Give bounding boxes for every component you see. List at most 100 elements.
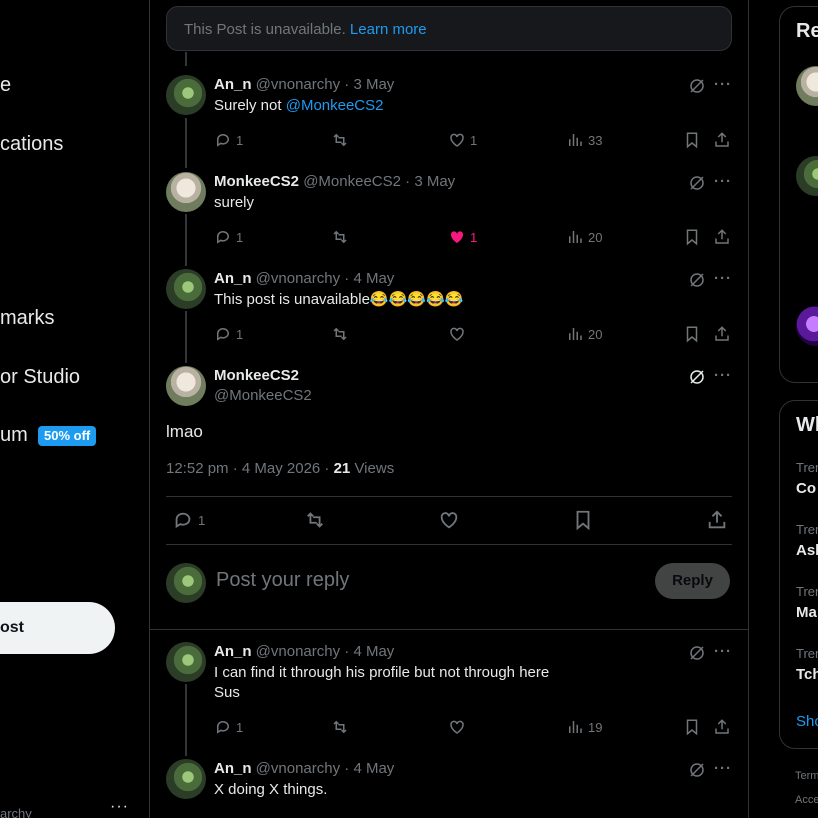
account-more-icon[interactable]: ··· [110,798,129,816]
author-name[interactable]: MonkeeCS2 [214,173,299,190]
author-handle[interactable]: @MonkeeCS2 [303,173,401,190]
reply-count: 1 [236,229,244,245]
nav-item-creator-studio[interactable]: or Studio [0,366,80,389]
repost-action[interactable] [331,324,349,344]
bookmark-action[interactable] [683,227,701,247]
views-count: 33 [588,132,603,148]
nav-item-bookmarks[interactable]: marks [0,307,54,330]
reply-action[interactable]: 1 [214,324,243,344]
avatar[interactable] [166,366,206,406]
avatar[interactable] [166,75,206,115]
more-options-icon[interactable]: ··· [714,367,732,384]
author-handle[interactable]: @vnonarchy [256,76,340,93]
author-name-block: MonkeeCS2 [214,367,299,384]
nav-item-premium[interactable]: um [0,424,28,447]
avatar[interactable] [166,759,206,799]
reply-button[interactable]: Reply [655,563,730,599]
grok-icon[interactable] [688,644,706,662]
post-button[interactable]: ost [0,602,115,654]
bookmark-action[interactable] [683,717,701,737]
avatar[interactable] [166,172,206,212]
heart-icon [440,512,458,529]
views-icon [569,231,582,243]
author-name[interactable]: An_n [214,643,252,660]
divider [150,629,748,630]
heart-icon [450,720,464,734]
share-action[interactable] [713,227,731,247]
like-action[interactable] [448,324,466,344]
like-action[interactable]: 1 [448,130,477,150]
repost-action[interactable] [331,717,349,737]
reply-input[interactable]: Post your reply [216,569,349,592]
views-action[interactable]: 19 [566,717,602,737]
thread-line [185,311,187,363]
trend-label: Trer [796,460,818,475]
author-handle[interactable]: @MonkeeCS2 [214,387,312,404]
tweet-date[interactable]: · 3 May [405,173,455,190]
more-options-icon[interactable]: ··· [714,643,732,660]
composer-avatar [166,563,206,603]
show-more-link[interactable]: Sho [796,713,818,730]
author-name[interactable]: An_n [214,270,252,287]
bookmark-action[interactable] [572,510,594,531]
reply-count: 1 [236,719,244,735]
bookmark-action[interactable] [683,324,701,344]
share-action[interactable] [713,717,731,737]
thread-line [185,118,187,168]
views-action[interactable]: 20 [566,227,602,247]
trend-title[interactable]: Ash [796,542,818,559]
grok-icon[interactable] [688,271,706,289]
author-handle[interactable]: @vnonarchy [256,270,340,287]
repost-action[interactable] [304,510,326,530]
grok-icon[interactable] [688,77,706,95]
author-name[interactable]: An_n [214,76,252,93]
tweet-date[interactable]: · 4 May [344,270,394,287]
footer-accessibility-link[interactable]: Acce [795,794,818,806]
trend-title[interactable]: Ma [796,604,817,621]
like-action[interactable] [448,717,466,737]
grok-icon[interactable] [688,174,706,192]
tweet-date[interactable]: · 4 May [344,760,394,777]
more-options-icon[interactable]: ··· [714,760,732,777]
relevant-people-heading: Re [796,20,818,42]
more-options-icon[interactable]: ··· [714,173,732,190]
author-name[interactable]: MonkeeCS2 [214,367,299,384]
repost-action[interactable] [331,227,349,247]
learn-more-link[interactable]: Learn more [350,21,427,38]
premium-discount-badge: 50% off [38,426,97,446]
share-action[interactable] [713,130,731,150]
like-action[interactable]: 1 [448,227,477,247]
reply-action[interactable]: 1 [214,717,243,737]
tweet-timestamp[interactable]: 12:52 pm · 4 May 2026 · [166,460,334,477]
bookmark-action[interactable] [683,130,701,150]
author-handle[interactable]: @vnonarchy [256,643,340,660]
views-action[interactable]: 33 [566,130,602,150]
views-action[interactable]: 20 [566,324,602,344]
trend-title[interactable]: Tch [796,666,818,683]
tweet-text: Surely not @MonkeeCS2 [214,96,384,116]
repost-action[interactable] [331,130,349,150]
share-action[interactable] [713,324,731,344]
grok-icon[interactable] [688,761,706,779]
like-action[interactable] [438,510,460,530]
avatar[interactable] [166,642,206,682]
reply-action[interactable]: 1 [214,227,243,247]
nav-item-notifications[interactable]: cations [0,133,63,156]
footer-terms-link[interactable]: Term [795,770,818,782]
tweet-date[interactable]: · 4 May [344,643,394,660]
reply-action[interactable]: 1 [172,510,205,530]
avatar[interactable] [166,269,206,309]
mention-link[interactable]: @MonkeeCS2 [286,97,384,114]
grok-icon[interactable] [688,368,706,386]
more-options-icon[interactable]: ··· [714,270,732,287]
account-handle[interactable]: archy [0,806,32,818]
author-name[interactable]: An_n [214,760,252,777]
more-options-icon[interactable]: ··· [714,76,732,93]
share-action[interactable] [706,510,728,530]
author-handle[interactable]: @vnonarchy [256,760,340,777]
tweet-date[interactable]: · 3 May [344,76,394,93]
reply-action[interactable]: 1 [214,130,243,150]
reply-count: 1 [236,326,244,342]
nav-item-home[interactable]: e [0,74,11,97]
trend-title[interactable]: Co [796,480,816,497]
